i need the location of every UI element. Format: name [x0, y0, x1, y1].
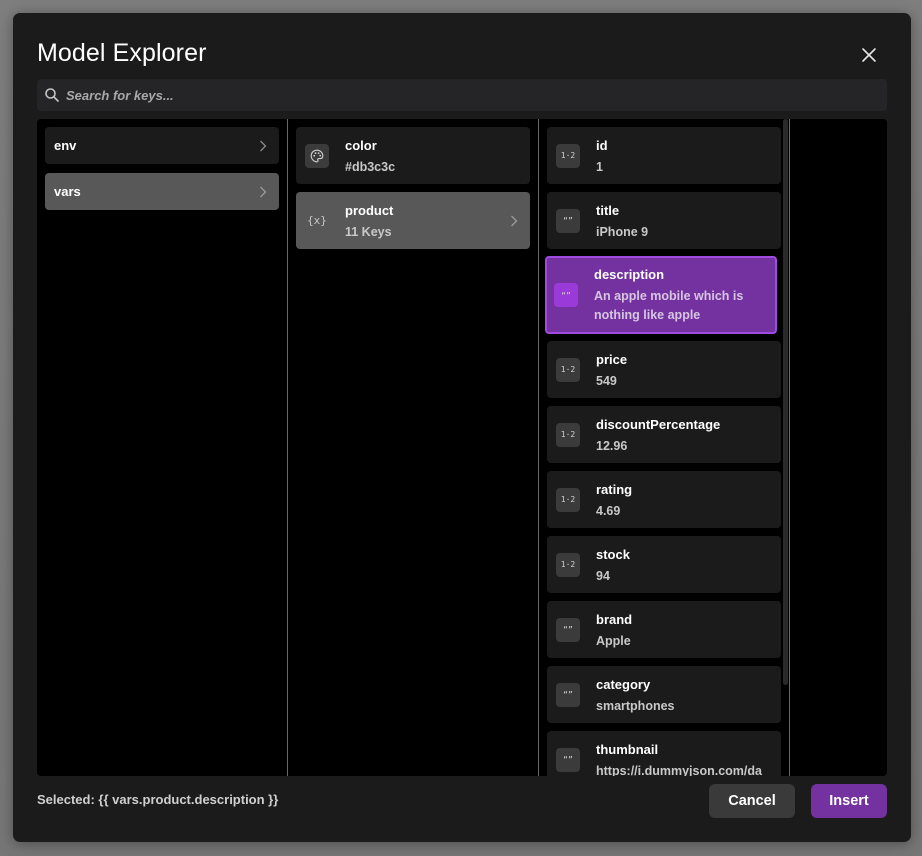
product-item-title[interactable]: “” title iPhone 9: [547, 192, 781, 249]
item-value: 94: [596, 569, 610, 583]
item-value: Apple: [596, 634, 631, 648]
item-value: iPhone 9: [596, 225, 649, 239]
product-item-description[interactable]: “” description An apple mobile which is …: [545, 256, 777, 334]
model-explorer-dialog: Model Explorer env vars: [13, 13, 911, 842]
product-item-category[interactable]: “” category smartphones: [547, 666, 781, 723]
item-key: id: [596, 138, 608, 153]
search-icon: [44, 87, 60, 103]
item-value: 549: [596, 374, 617, 388]
search-bar: [37, 79, 887, 111]
item-key: thumbnail: [596, 742, 659, 757]
item-value: 4.69: [596, 504, 621, 518]
item-value: #db3c3c: [345, 160, 396, 174]
item-label: vars: [54, 184, 81, 199]
product-item-id[interactable]: 1·2 id 1: [547, 127, 781, 184]
item-key: brand: [596, 612, 633, 627]
search-input[interactable]: [66, 79, 887, 111]
product-item-brand[interactable]: “” brand Apple: [547, 601, 781, 658]
item-value: An apple mobile which is nothing like ap…: [594, 289, 744, 322]
explorer-columns: env vars color #db3c3c {x} product 11 Ke…: [37, 119, 887, 776]
column-scrollbar-thumb[interactable]: [783, 119, 788, 685]
item-key: category: [596, 677, 651, 692]
item-key: product: [345, 203, 394, 218]
close-button[interactable]: [856, 42, 882, 68]
number-icon: 1·2: [556, 143, 580, 168]
item-key: price: [596, 352, 628, 367]
item-key: description: [594, 267, 665, 282]
product-item-rating[interactable]: 1·2 rating 4.69: [547, 471, 781, 528]
product-item-discountpercentage[interactable]: 1·2 discountPercentage 12.96: [547, 406, 781, 463]
product-item-price[interactable]: 1·2 price 549: [547, 341, 781, 398]
item-value: smartphones: [596, 699, 675, 713]
item-value: 11 Keys: [345, 225, 392, 239]
chevron-right-icon: [259, 140, 267, 152]
vars-item-color[interactable]: color #db3c3c: [296, 127, 530, 184]
insert-button[interactable]: Insert: [811, 784, 887, 818]
item-value: https://i.dummyjson.com/da: [596, 764, 762, 776]
column-empty: [790, 119, 887, 776]
string-icon: “”: [554, 283, 578, 307]
item-key: discountPercentage: [596, 417, 721, 432]
root-item-vars[interactable]: vars: [45, 173, 279, 210]
item-label: env: [54, 138, 77, 153]
column-root: env vars: [37, 119, 287, 776]
string-icon: “”: [556, 747, 580, 772]
root-item-env[interactable]: env: [45, 127, 279, 164]
palette-icon: [305, 143, 329, 168]
close-icon: [862, 48, 876, 62]
number-icon: 1·2: [556, 422, 580, 447]
selected-path: Selected: {{ vars.product.description }}: [37, 792, 279, 807]
column-vars: color #db3c3c {x} product 11 Keys: [288, 119, 538, 776]
item-key: rating: [596, 482, 633, 497]
chevron-right-icon: [259, 186, 267, 198]
item-key: stock: [596, 547, 630, 562]
number-icon: 1·2: [556, 487, 580, 512]
item-key: title: [596, 203, 620, 218]
cancel-button[interactable]: Cancel: [709, 784, 795, 818]
string-icon: “”: [556, 617, 580, 642]
column-product: 1·2 id 1 “” title iPhone 9 “” descriptio…: [539, 119, 789, 776]
dialog-title: Model Explorer: [37, 39, 207, 67]
object-icon: {x}: [307, 214, 327, 227]
item-value: 12.96: [596, 439, 628, 453]
item-key: color: [345, 138, 377, 153]
product-item-thumbnail[interactable]: “” thumbnail https://i.dummyjson.com/da: [547, 731, 781, 776]
number-icon: 1·2: [556, 552, 580, 577]
vars-item-product[interactable]: {x} product 11 Keys: [296, 192, 530, 249]
string-icon: “”: [556, 682, 580, 707]
product-item-stock[interactable]: 1·2 stock 94: [547, 536, 781, 593]
number-icon: 1·2: [556, 357, 580, 382]
chevron-right-icon: [510, 215, 518, 227]
item-value: 1: [596, 160, 603, 174]
string-icon: “”: [556, 208, 580, 233]
